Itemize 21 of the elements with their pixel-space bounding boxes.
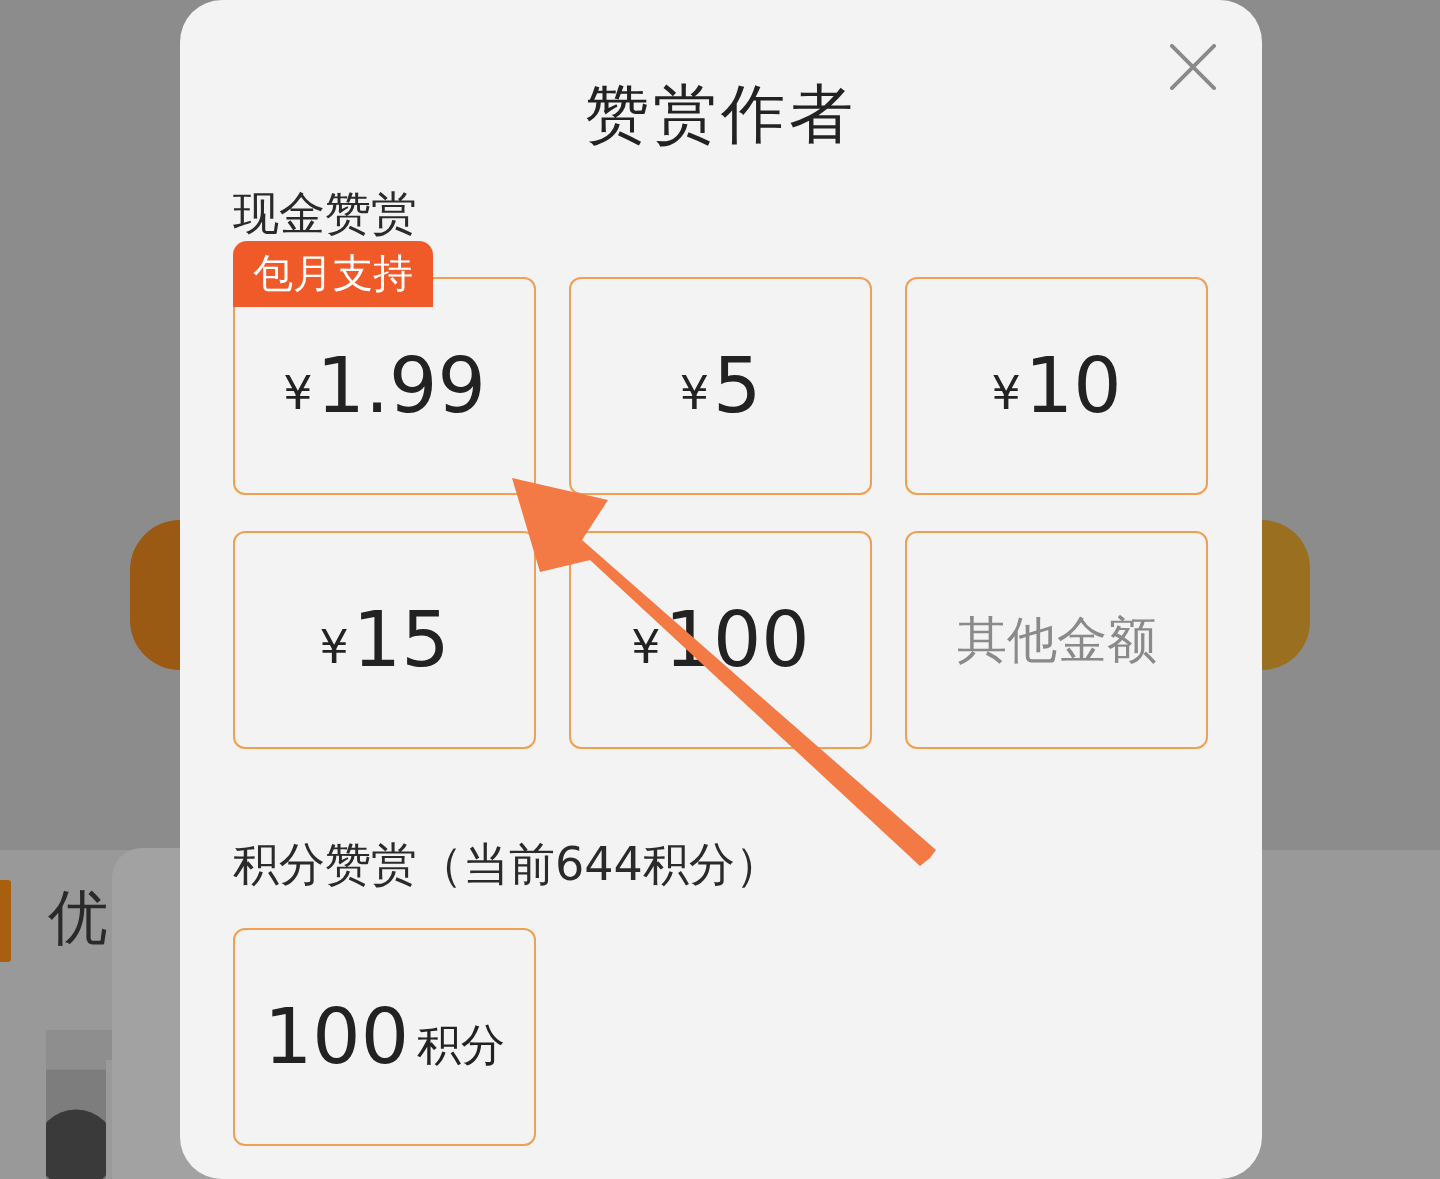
currency-symbol: ¥ — [991, 366, 1021, 420]
currency-symbol: ¥ — [679, 366, 709, 420]
dialog-title: 赞赏作者 — [585, 82, 857, 146]
section-label: 积分赞赏（当前644积分） — [233, 841, 782, 887]
currency-symbol: ¥ — [631, 620, 661, 674]
amount-value: 10 — [1024, 348, 1122, 424]
amount-value: 1.99 — [316, 348, 486, 424]
amount-option[interactable]: ¥15 — [233, 531, 536, 749]
amount-value: 15 — [352, 602, 450, 678]
section-label: 现金赞赏 — [233, 190, 418, 236]
currency-symbol: ¥ — [283, 366, 313, 420]
amount-value: 5 — [712, 348, 762, 424]
section-title: 优 — [48, 884, 108, 950]
promo-badge: 包月支持 — [233, 241, 433, 307]
close-icon[interactable] — [1170, 44, 1216, 90]
points-unit: 积分 — [417, 1017, 506, 1072]
points-option[interactable]: 100 积分 — [233, 928, 536, 1146]
amount-option[interactable]: ¥5 — [569, 277, 872, 495]
points-value: 100 — [263, 999, 410, 1075]
currency-symbol: ¥ — [319, 620, 349, 674]
amount-option[interactable]: ¥10 — [905, 277, 1208, 495]
